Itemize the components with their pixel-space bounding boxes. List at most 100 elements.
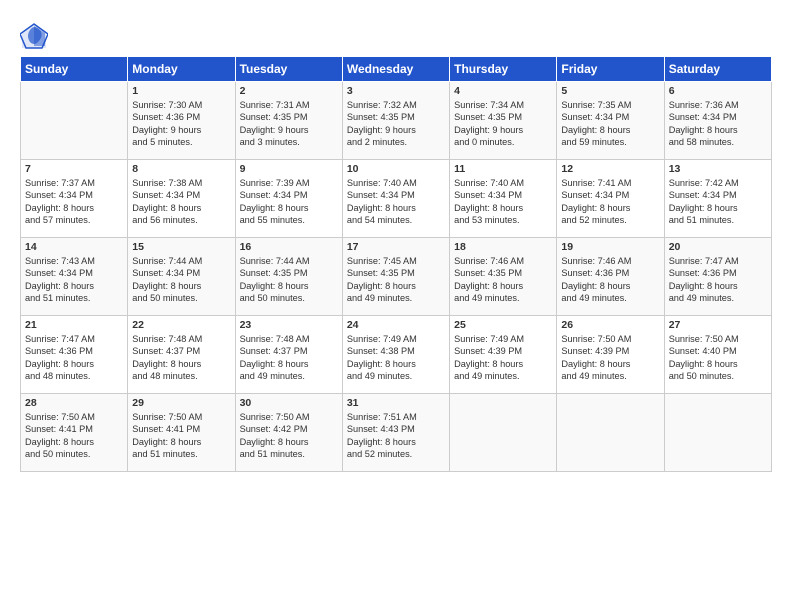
day-info: Sunrise: 7:48 AM Sunset: 4:37 PM Dayligh… [132, 333, 230, 383]
day-number: 12 [561, 163, 659, 175]
header-day-sunday: Sunday [21, 57, 128, 82]
day-number: 23 [240, 319, 338, 331]
day-info: Sunrise: 7:50 AM Sunset: 4:41 PM Dayligh… [25, 411, 123, 461]
calendar-cell: 18 Sunrise: 7:46 AM Sunset: 4:35 PM Dayli… [450, 238, 557, 316]
day-number: 31 [347, 397, 445, 409]
calendar-cell: 24 Sunrise: 7:49 AM Sunset: 4:38 PM Dayli… [342, 316, 449, 394]
header-day-monday: Monday [128, 57, 235, 82]
day-info: Sunrise: 7:32 AM Sunset: 4:35 PM Dayligh… [347, 99, 445, 149]
day-number: 26 [561, 319, 659, 331]
day-info: Sunrise: 7:43 AM Sunset: 4:34 PM Dayligh… [25, 255, 123, 305]
day-number: 15 [132, 241, 230, 253]
day-info: Sunrise: 7:39 AM Sunset: 4:34 PM Dayligh… [240, 177, 338, 227]
day-number: 28 [25, 397, 123, 409]
day-number: 19 [561, 241, 659, 253]
day-info: Sunrise: 7:34 AM Sunset: 4:35 PM Dayligh… [454, 99, 552, 149]
day-number: 2 [240, 85, 338, 97]
day-info: Sunrise: 7:46 AM Sunset: 4:35 PM Dayligh… [454, 255, 552, 305]
calendar-cell: 14 Sunrise: 7:43 AM Sunset: 4:34 PM Dayli… [21, 238, 128, 316]
logo-icon [20, 22, 48, 50]
day-number: 5 [561, 85, 659, 97]
calendar-cell: 25 Sunrise: 7:49 AM Sunset: 4:39 PM Dayli… [450, 316, 557, 394]
day-info: Sunrise: 7:41 AM Sunset: 4:34 PM Dayligh… [561, 177, 659, 227]
day-info: Sunrise: 7:42 AM Sunset: 4:34 PM Dayligh… [669, 177, 767, 227]
header-day-friday: Friday [557, 57, 664, 82]
week-row-1: 1 Sunrise: 7:30 AM Sunset: 4:36 PM Daylig… [21, 82, 772, 160]
day-info: Sunrise: 7:40 AM Sunset: 4:34 PM Dayligh… [454, 177, 552, 227]
page: SundayMondayTuesdayWednesdayThursdayFrid… [0, 0, 792, 612]
calendar-cell [21, 82, 128, 160]
calendar-cell: 5 Sunrise: 7:35 AM Sunset: 4:34 PM Daylig… [557, 82, 664, 160]
day-number: 16 [240, 241, 338, 253]
calendar-cell: 10Sunrise: 7:40 AM Sunset: 4:34 PM Dayli… [342, 160, 449, 238]
day-number: 8 [132, 163, 230, 175]
header-row: SundayMondayTuesdayWednesdayThursdayFrid… [21, 57, 772, 82]
day-number: 30 [240, 397, 338, 409]
day-number: 11 [454, 163, 552, 175]
day-info: Sunrise: 7:37 AM Sunset: 4:34 PM Dayligh… [25, 177, 123, 227]
day-number: 3 [347, 85, 445, 97]
calendar-cell: 16 Sunrise: 7:44 AM Sunset: 4:35 PM Dayli… [235, 238, 342, 316]
day-info: Sunrise: 7:47 AM Sunset: 4:36 PM Dayligh… [25, 333, 123, 383]
calendar-cell: 30 Sunrise: 7:50 AM Sunset: 4:42 PM Dayli… [235, 394, 342, 472]
day-number: 6 [669, 85, 767, 97]
week-row-5: 28 Sunrise: 7:50 AM Sunset: 4:41 PM Dayli… [21, 394, 772, 472]
day-info: Sunrise: 7:49 AM Sunset: 4:38 PM Dayligh… [347, 333, 445, 383]
calendar-cell: 19 Sunrise: 7:46 AM Sunset: 4:36 PM Dayli… [557, 238, 664, 316]
day-info: Sunrise: 7:31 AM Sunset: 4:35 PM Dayligh… [240, 99, 338, 149]
day-info: Sunrise: 7:46 AM Sunset: 4:36 PM Dayligh… [561, 255, 659, 305]
day-number: 1 [132, 85, 230, 97]
day-number: 17 [347, 241, 445, 253]
day-info: Sunrise: 7:35 AM Sunset: 4:34 PM Dayligh… [561, 99, 659, 149]
day-number: 14 [25, 241, 123, 253]
calendar-cell: 26 Sunrise: 7:50 AM Sunset: 4:39 PM Dayli… [557, 316, 664, 394]
calendar-cell: 22 Sunrise: 7:48 AM Sunset: 4:37 PM Dayli… [128, 316, 235, 394]
calendar-cell: 7 Sunrise: 7:37 AM Sunset: 4:34 PM Daylig… [21, 160, 128, 238]
calendar-cell: 21Sunrise: 7:47 AM Sunset: 4:36 PM Dayli… [21, 316, 128, 394]
day-info: Sunrise: 7:36 AM Sunset: 4:34 PM Dayligh… [669, 99, 767, 149]
day-info: Sunrise: 7:48 AM Sunset: 4:37 PM Dayligh… [240, 333, 338, 383]
calendar-cell: 29Sunrise: 7:50 AM Sunset: 4:41 PM Dayli… [128, 394, 235, 472]
calendar-table: SundayMondayTuesdayWednesdayThursdayFrid… [20, 56, 772, 472]
calendar-cell: 27Sunrise: 7:50 AM Sunset: 4:40 PM Dayli… [664, 316, 771, 394]
header-day-thursday: Thursday [450, 57, 557, 82]
day-info: Sunrise: 7:44 AM Sunset: 4:34 PM Dayligh… [132, 255, 230, 305]
day-number: 18 [454, 241, 552, 253]
day-info: Sunrise: 7:51 AM Sunset: 4:43 PM Dayligh… [347, 411, 445, 461]
calendar-cell: 11 Sunrise: 7:40 AM Sunset: 4:34 PM Dayli… [450, 160, 557, 238]
calendar-cell [557, 394, 664, 472]
day-info: Sunrise: 7:47 AM Sunset: 4:36 PM Dayligh… [669, 255, 767, 305]
calendar-cell: 23 Sunrise: 7:48 AM Sunset: 4:37 PM Dayli… [235, 316, 342, 394]
day-number: 9 [240, 163, 338, 175]
calendar-cell: 6 Sunrise: 7:36 AM Sunset: 4:34 PM Daylig… [664, 82, 771, 160]
day-info: Sunrise: 7:45 AM Sunset: 4:35 PM Dayligh… [347, 255, 445, 305]
header [20, 18, 772, 50]
calendar-cell: 17 Sunrise: 7:45 AM Sunset: 4:35 PM Dayli… [342, 238, 449, 316]
week-row-4: 21Sunrise: 7:47 AM Sunset: 4:36 PM Dayli… [21, 316, 772, 394]
day-number: 25 [454, 319, 552, 331]
day-info: Sunrise: 7:38 AM Sunset: 4:34 PM Dayligh… [132, 177, 230, 227]
day-number: 22 [132, 319, 230, 331]
day-info: Sunrise: 7:50 AM Sunset: 4:39 PM Dayligh… [561, 333, 659, 383]
calendar-cell: 13Sunrise: 7:42 AM Sunset: 4:34 PM Dayli… [664, 160, 771, 238]
logo [20, 22, 52, 50]
calendar-cell: 3 Sunrise: 7:32 AM Sunset: 4:35 PM Daylig… [342, 82, 449, 160]
header-day-saturday: Saturday [664, 57, 771, 82]
calendar-cell: 12 Sunrise: 7:41 AM Sunset: 4:34 PM Dayli… [557, 160, 664, 238]
day-info: Sunrise: 7:30 AM Sunset: 4:36 PM Dayligh… [132, 99, 230, 149]
week-row-2: 7 Sunrise: 7:37 AM Sunset: 4:34 PM Daylig… [21, 160, 772, 238]
day-number: 7 [25, 163, 123, 175]
day-info: Sunrise: 7:50 AM Sunset: 4:42 PM Dayligh… [240, 411, 338, 461]
day-number: 27 [669, 319, 767, 331]
day-number: 29 [132, 397, 230, 409]
day-info: Sunrise: 7:44 AM Sunset: 4:35 PM Dayligh… [240, 255, 338, 305]
day-number: 20 [669, 241, 767, 253]
day-info: Sunrise: 7:49 AM Sunset: 4:39 PM Dayligh… [454, 333, 552, 383]
calendar-cell: 2 Sunrise: 7:31 AM Sunset: 4:35 PM Daylig… [235, 82, 342, 160]
day-number: 24 [347, 319, 445, 331]
calendar-cell: 9 Sunrise: 7:39 AM Sunset: 4:34 PM Daylig… [235, 160, 342, 238]
calendar-cell: 8 Sunrise: 7:38 AM Sunset: 4:34 PM Daylig… [128, 160, 235, 238]
day-info: Sunrise: 7:40 AM Sunset: 4:34 PM Dayligh… [347, 177, 445, 227]
calendar-cell: 15 Sunrise: 7:44 AM Sunset: 4:34 PM Dayli… [128, 238, 235, 316]
calendar-cell: 4Sunrise: 7:34 AM Sunset: 4:35 PM Daylig… [450, 82, 557, 160]
